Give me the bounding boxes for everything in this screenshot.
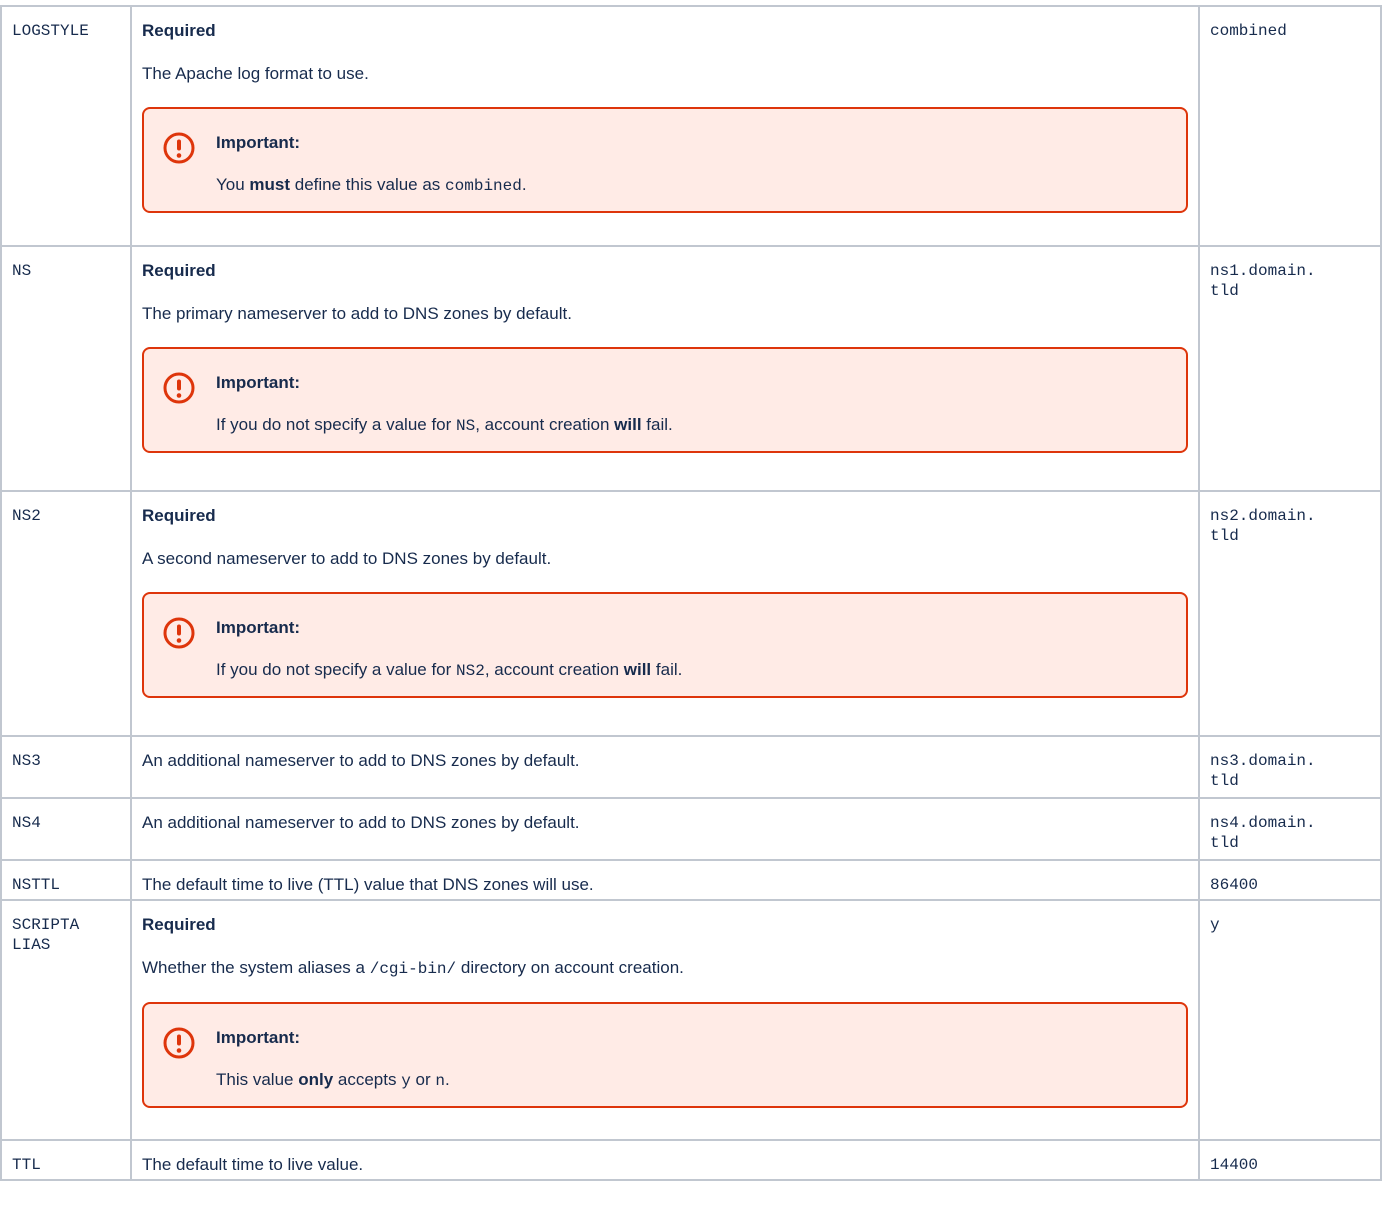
description-text: A second nameserver to add to DNS zones … — [142, 549, 552, 568]
default-value: tld — [1210, 834, 1239, 852]
default-value: ns1.domain. — [1210, 262, 1316, 280]
key-name: LOGSTYLE — [12, 22, 89, 40]
key-cell: LOGSTYLE — [0, 5, 132, 247]
description-cell: The default time to live (TTL) value tha… — [130, 859, 1200, 901]
key-cell: TTL — [0, 1139, 132, 1181]
table-row: TTL The default time to live value. 1440… — [0, 1139, 1382, 1181]
description-text: An additional nameserver to add to DNS z… — [142, 751, 580, 770]
description-cell: The default time to live value. — [130, 1139, 1200, 1181]
default-value: y — [1210, 916, 1220, 934]
table-row: NS3 An additional nameserver to add to D… — [0, 735, 1382, 799]
table-row: SCRIPTA LIAS Required Whether the system … — [0, 899, 1382, 1141]
important-title: Important: — [216, 1028, 301, 1047]
default-value: tld — [1210, 527, 1239, 545]
key-name: SCRIPTA — [12, 916, 80, 934]
default-value: combined — [1210, 22, 1287, 40]
important-text: If you do not specify a value for NS2, a… — [216, 660, 683, 680]
key-cell: NS3 — [0, 735, 132, 799]
default-value: ns4.domain. — [1210, 814, 1316, 832]
key-name: LIAS — [12, 936, 51, 954]
required-label: Required — [142, 261, 216, 280]
default-cell: ns1.domain. tld — [1198, 245, 1382, 492]
error-icon — [162, 616, 196, 650]
table-row: NSTTL The default time to live (TTL) val… — [0, 859, 1382, 901]
description-cell: Required Whether the system aliases a /c… — [130, 899, 1200, 1141]
description-cell: An additional nameserver to add to DNS z… — [130, 735, 1200, 799]
description-text: Whether the system aliases a /cgi-bin/ d… — [142, 958, 684, 978]
important-panel: Important: If you do not specify a value… — [142, 347, 1188, 453]
important-text: You must define this value as combined. — [216, 175, 527, 195]
important-title: Important: — [216, 133, 301, 152]
key-name: NS2 — [12, 507, 41, 525]
important-title: Important: — [216, 618, 301, 637]
key-cell: SCRIPTA LIAS — [0, 899, 132, 1141]
description-cell: Required A second nameserver to add to D… — [130, 490, 1200, 737]
key-cell: NS4 — [0, 797, 132, 861]
table-row: NS Required The primary nameserver to ad… — [0, 245, 1382, 492]
key-name: NS — [12, 262, 32, 280]
description-text: The default time to live value. — [142, 1155, 364, 1174]
key-name: NSTTL — [12, 876, 61, 894]
required-label: Required — [142, 506, 216, 525]
key-name: TTL — [12, 1156, 41, 1174]
key-cell: NSTTL — [0, 859, 132, 901]
table-row: NS4 An additional nameserver to add to D… — [0, 797, 1382, 861]
important-title: Important: — [216, 373, 301, 392]
important-panel: Important: If you do not specify a value… — [142, 592, 1188, 698]
default-value: 14400 — [1210, 1156, 1259, 1174]
default-value: 86400 — [1210, 876, 1259, 894]
error-icon — [162, 1026, 196, 1060]
default-cell: combined — [1198, 5, 1382, 247]
default-cell: 86400 — [1198, 859, 1382, 901]
required-label: Required — [142, 915, 216, 934]
error-icon — [162, 131, 196, 165]
important-text: If you do not specify a value for NS, ac… — [216, 415, 673, 435]
description-text: The default time to live (TTL) value tha… — [142, 875, 594, 894]
required-label: Required — [142, 21, 216, 40]
key-cell: NS2 — [0, 490, 132, 737]
description-text: An additional nameserver to add to DNS z… — [142, 813, 580, 832]
default-cell: 14400 — [1198, 1139, 1382, 1181]
config-table: LOGSTYLE Required The Apache log format … — [0, 5, 1382, 1181]
important-panel: Important: You must define this value as… — [142, 107, 1188, 213]
error-icon — [162, 371, 196, 405]
table-row: NS2 Required A second nameserver to add … — [0, 490, 1382, 737]
important-text: This value only accepts y or n. — [216, 1070, 450, 1090]
important-panel: Important: This value only accepts y or … — [142, 1002, 1188, 1108]
key-name: NS3 — [12, 752, 41, 770]
key-cell: NS — [0, 245, 132, 492]
description-cell: An additional nameserver to add to DNS z… — [130, 797, 1200, 861]
default-value: tld — [1210, 772, 1239, 790]
default-cell: ns2.domain. tld — [1198, 490, 1382, 737]
description-text: The primary nameserver to add to DNS zon… — [142, 304, 572, 323]
default-cell: ns4.domain. tld — [1198, 797, 1382, 861]
description-text: The Apache log format to use. — [142, 64, 369, 83]
description-cell: Required The Apache log format to use. I… — [130, 5, 1200, 247]
default-value: tld — [1210, 282, 1239, 300]
key-name: NS4 — [12, 814, 41, 832]
table-row: LOGSTYLE Required The Apache log format … — [0, 5, 1382, 247]
default-cell: y — [1198, 899, 1382, 1141]
default-value: ns3.domain. — [1210, 752, 1316, 770]
default-cell: ns3.domain. tld — [1198, 735, 1382, 799]
default-value: ns2.domain. — [1210, 507, 1316, 525]
description-cell: Required The primary nameserver to add t… — [130, 245, 1200, 492]
